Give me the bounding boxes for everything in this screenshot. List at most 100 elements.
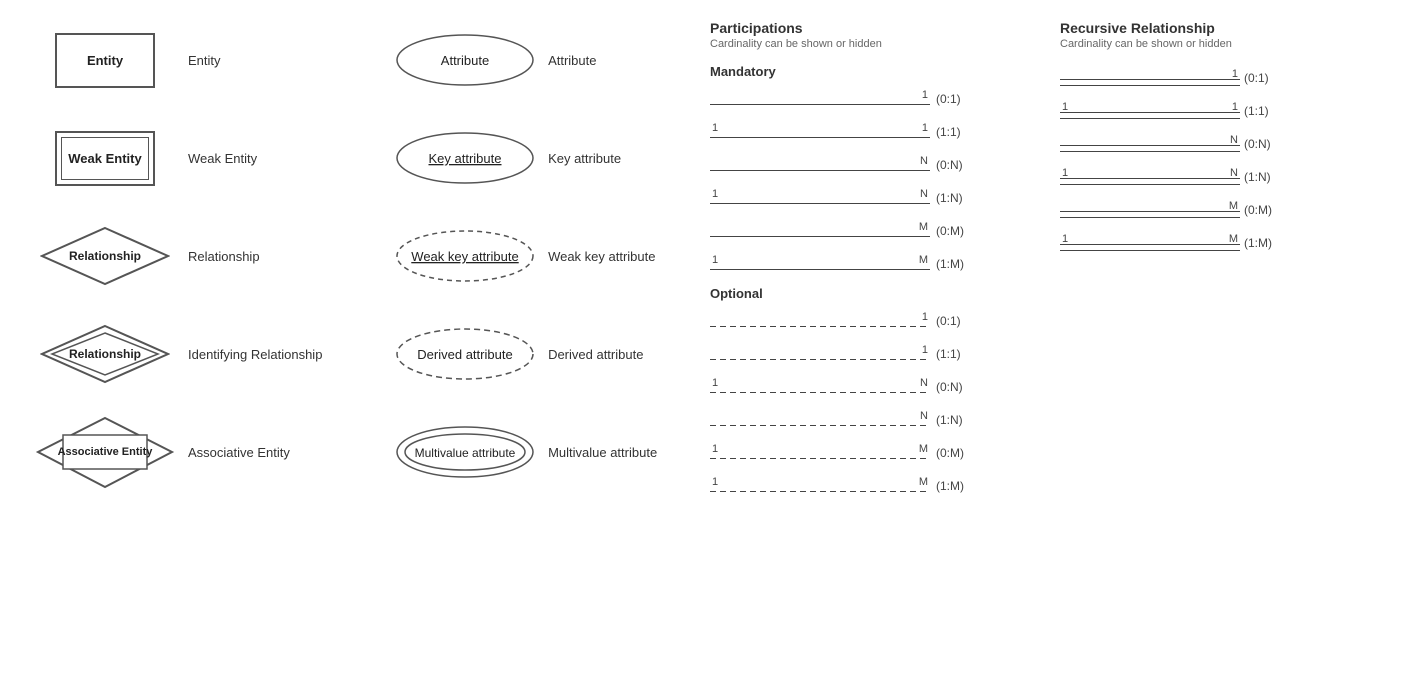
multivalue-attribute-shape-container: Multivalue attribute: [390, 425, 540, 480]
weak-entity-box-label: Weak Entity: [68, 151, 141, 166]
num-left: 1: [712, 377, 718, 389]
entity-row: Entity Entity: [30, 20, 370, 100]
line-bottom: [1060, 85, 1240, 87]
optional-line-3: N: [710, 406, 930, 434]
key-attribute-shape-container: Key attribute: [390, 131, 540, 186]
num-right: M: [919, 443, 928, 455]
weak-key-attribute-shape-container: Weak key attribute: [390, 229, 540, 284]
recursive-line-3: 1 N: [1060, 163, 1240, 191]
num-left: 1: [1062, 167, 1068, 179]
participations-panel: Participations Cardinality can be shown …: [710, 20, 1030, 680]
num-right: 1: [922, 311, 928, 323]
line: [710, 458, 930, 460]
weak-entity-row: Weak Entity Weak Entity: [30, 118, 370, 198]
num-right: 1: [922, 122, 928, 134]
participations-subtitle: Cardinality can be shown or hidden: [710, 38, 1030, 50]
num-right: N: [920, 155, 928, 167]
attribute-row: Attribute Attribute: [390, 20, 700, 100]
cardinality-2: (0:N): [930, 380, 990, 394]
optional-row-0: 1 (0:1): [710, 307, 1030, 335]
mandatory-row-0: 1 (0:1): [710, 85, 1030, 113]
svg-text:Attribute: Attribute: [441, 53, 489, 68]
optional-line-0: 1: [710, 307, 930, 335]
cardinality-4: (0:M): [930, 446, 990, 460]
num-left: 1: [712, 122, 718, 134]
line-top: [1060, 112, 1240, 114]
line-top: [1060, 178, 1240, 180]
optional-row-3: N (1:N): [710, 406, 1030, 434]
cardinality-3: (1:N): [930, 413, 990, 427]
line-bottom: [1060, 250, 1240, 252]
weak-entity-shape-container: Weak Entity: [30, 131, 180, 186]
associative-entity-shape-label: Associative Entity: [58, 445, 153, 459]
cardinality-0: (0:1): [930, 314, 990, 328]
optional-line-5: 1 M: [710, 472, 930, 500]
associative-entity-label: Associative Entity: [180, 445, 360, 460]
derived-attribute-row: Derived attribute Derived attribute: [390, 314, 700, 394]
line: [710, 170, 930, 172]
mid-panel: Attribute Attribute Key attribute Key at…: [370, 20, 700, 680]
mandatory-line-0: 1: [710, 85, 930, 113]
associative-entity-shape-container: Associative Entity: [30, 415, 180, 490]
line: [710, 104, 930, 106]
recursive-row-0: 1 (0:1): [1060, 64, 1340, 92]
attribute-ellipse-svg: Attribute: [395, 33, 535, 88]
associative-entity-shape: Associative Entity: [35, 415, 175, 490]
relationship-diamond-label: Relationship: [69, 249, 141, 263]
associative-entity-row: Associative Entity Associative Entity: [30, 412, 370, 492]
recursive-line-2: N: [1060, 130, 1240, 158]
recursive-title: Recursive Relationship: [1060, 20, 1340, 36]
line-top: [1060, 211, 1240, 213]
num-right: N: [1230, 134, 1238, 146]
optional-line-2: 1 N: [710, 373, 930, 401]
svg-text:Key attribute: Key attribute: [429, 151, 502, 166]
derived-attribute-shape-container: Derived attribute: [390, 327, 540, 382]
attribute-label: Attribute: [540, 53, 700, 68]
num-right: 1: [1232, 68, 1238, 80]
recursive-line-5: 1 M: [1060, 229, 1240, 257]
mandatory-line-2: N: [710, 151, 930, 179]
derived-attribute-label: Derived attribute: [540, 347, 700, 362]
recursive-line-0: 1: [1060, 64, 1240, 92]
optional-section-title: Optional: [710, 286, 1030, 301]
line-top: [1060, 79, 1240, 81]
recursive-row-4: M (0:M): [1060, 196, 1340, 224]
line: [710, 203, 930, 205]
optional-line-4: 1 M: [710, 439, 930, 467]
mandatory-line-4: M: [710, 217, 930, 245]
entity-shape-container: Entity: [30, 33, 180, 88]
identifying-relationship-diamond: Relationship: [40, 324, 170, 384]
num-right: M: [1229, 200, 1238, 212]
relationship-diamond: Relationship: [40, 226, 170, 286]
line-top: [1060, 145, 1240, 147]
num-right: N: [1230, 167, 1238, 179]
line-top: [1060, 244, 1240, 246]
svg-text:Multivalue attribute: Multivalue attribute: [415, 446, 516, 460]
optional-row-4: 1 M (0:M): [710, 439, 1030, 467]
recursive-row-5: 1 M (1:M): [1060, 229, 1340, 257]
cardinality-3: (1:N): [1240, 170, 1295, 184]
num-right: 1: [922, 344, 928, 356]
cardinality-5: (1:M): [930, 257, 990, 271]
cardinality-5: (1:M): [1240, 236, 1295, 250]
line-bottom: [1060, 151, 1240, 153]
page: Entity Entity Weak Entity Weak Entity: [0, 0, 1413, 700]
line: [710, 236, 930, 238]
line: [710, 425, 930, 427]
num-left: 1: [1062, 233, 1068, 245]
identifying-relationship-diamond-label: Relationship: [69, 347, 141, 361]
weak-entity-box: Weak Entity: [55, 131, 155, 186]
line: [710, 137, 930, 139]
line: [710, 326, 930, 328]
cardinality-5: (1:M): [930, 479, 990, 493]
cardinality-0: (0:1): [1240, 71, 1295, 85]
recursive-line-4: M: [1060, 196, 1240, 224]
num-right: 1: [1232, 101, 1238, 113]
mandatory-line-5: 1 M: [710, 250, 930, 278]
mandatory-row-1: 1 1 (1:1): [710, 118, 1030, 146]
svg-text:Derived attribute: Derived attribute: [417, 347, 512, 362]
cardinality-2: (0:N): [1240, 137, 1295, 151]
entity-label: Entity: [180, 53, 360, 68]
cardinality-0: (0:1): [930, 92, 990, 106]
relationship-shape-container: Relationship: [30, 226, 180, 286]
